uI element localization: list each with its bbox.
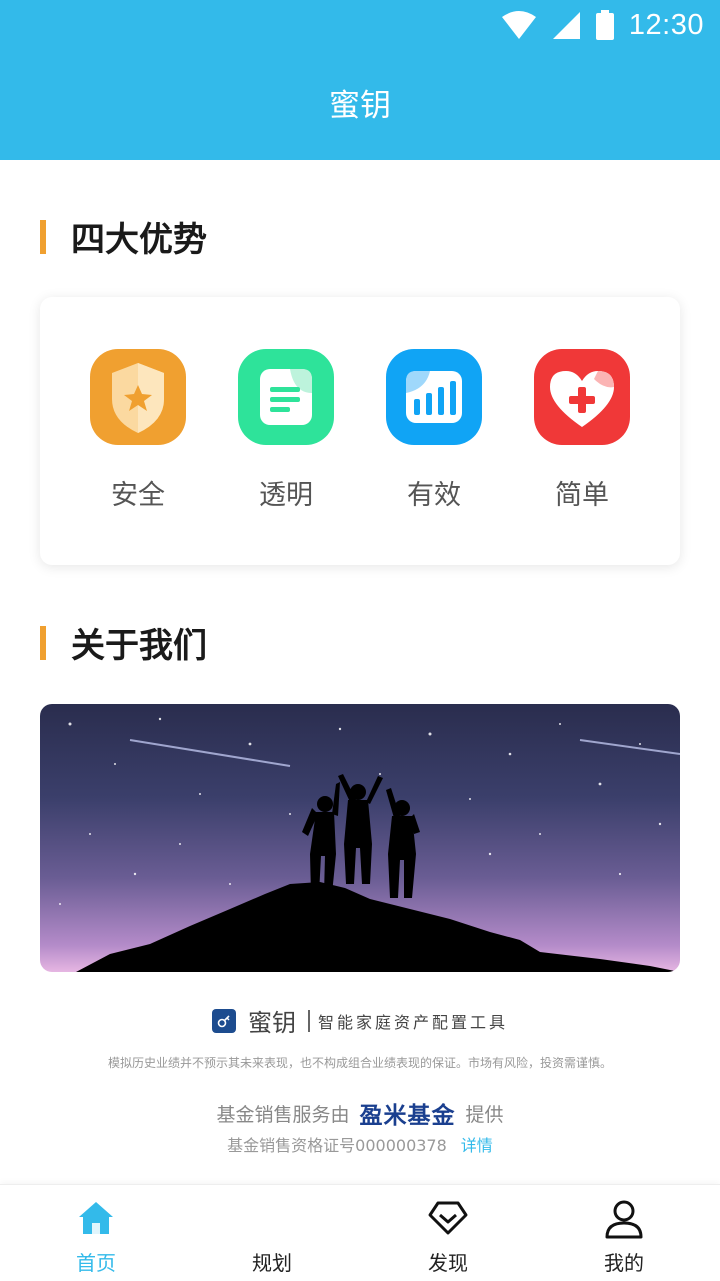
tab-label: 发现 bbox=[428, 1251, 468, 1275]
tab-label: 规划 bbox=[252, 1251, 292, 1275]
advantage-label: 透明 bbox=[259, 480, 313, 511]
brand-name: 蜜钥 bbox=[247, 1009, 296, 1037]
advantages-title: 四大优势 bbox=[71, 220, 207, 260]
brand-slogan: 智能家庭资产配置工具 bbox=[317, 1012, 508, 1032]
section-accent-bar bbox=[40, 625, 46, 660]
tab-plan[interactable]: 规划 bbox=[184, 1185, 360, 1281]
advantage-label: 简单 bbox=[555, 480, 609, 511]
advantage-effective[interactable]: 有效 bbox=[374, 349, 494, 512]
brand-separator bbox=[307, 1009, 310, 1032]
status-bar: 12:30 bbox=[0, 0, 720, 50]
heart-plus-icon bbox=[534, 349, 630, 445]
advantage-simple[interactable]: 简单 bbox=[522, 349, 642, 512]
advantage-label: 安全 bbox=[111, 480, 165, 511]
about-title: 关于我们 bbox=[71, 626, 207, 666]
page-title: 蜜钥 bbox=[329, 88, 391, 124]
shield-star-icon bbox=[90, 349, 186, 445]
advantage-safe[interactable]: 安全 bbox=[78, 349, 198, 512]
advantage-transparent[interactable]: 透明 bbox=[226, 349, 346, 512]
advantages-card: 安全 透明 有效 简单 bbox=[40, 297, 680, 565]
service-suffix: 提供 bbox=[465, 1103, 504, 1126]
tab-label: 首页 bbox=[76, 1251, 116, 1275]
battery-icon bbox=[595, 10, 614, 40]
user-icon bbox=[605, 1200, 643, 1239]
risk-disclaimer: 模拟历史业绩并不预示其未来表现，也不构成组合业绩表现的保证。市场有风险，投资需谨… bbox=[107, 1056, 612, 1070]
fund-provider-logo: 盈米基金 bbox=[359, 1103, 456, 1129]
tab-discover[interactable]: 发现 bbox=[360, 1185, 536, 1281]
license-details-link[interactable]: 详情 bbox=[461, 1132, 493, 1156]
home-icon bbox=[79, 1202, 113, 1234]
wifi-icon bbox=[501, 11, 536, 39]
advantages-header: 四大优势 bbox=[40, 212, 207, 261]
bottom-tab-bar: 首页 规划 发现 我的 bbox=[0, 1184, 720, 1281]
status-time: 12:30 bbox=[628, 8, 704, 41]
about-header: 关于我们 bbox=[40, 618, 207, 667]
tab-profile[interactable]: 我的 bbox=[536, 1185, 712, 1281]
key-logo-icon bbox=[211, 1008, 236, 1033]
cellular-signal-icon bbox=[552, 12, 580, 39]
service-prefix: 基金销售服务由 bbox=[216, 1103, 350, 1126]
bar-chart-icon bbox=[386, 349, 482, 445]
advantage-label: 有效 bbox=[407, 480, 461, 511]
diamond-icon bbox=[428, 1201, 468, 1235]
about-banner-image[interactable] bbox=[40, 704, 680, 972]
fund-service-provider: 基金销售服务由 盈米基金 提供 bbox=[0, 1096, 720, 1130]
license-number: 基金销售资格证号000000378 bbox=[227, 1136, 447, 1155]
app-bar: 蜜钥 bbox=[0, 50, 720, 160]
license-info: 基金销售资格证号000000378 详情 bbox=[0, 1132, 720, 1156]
tab-home[interactable]: 首页 bbox=[8, 1185, 184, 1281]
tab-label: 我的 bbox=[604, 1251, 644, 1275]
brand-line: 蜜钥 智能家庭资产配置工具 bbox=[0, 1003, 720, 1038]
document-icon bbox=[238, 349, 334, 445]
section-accent-bar bbox=[40, 219, 46, 254]
